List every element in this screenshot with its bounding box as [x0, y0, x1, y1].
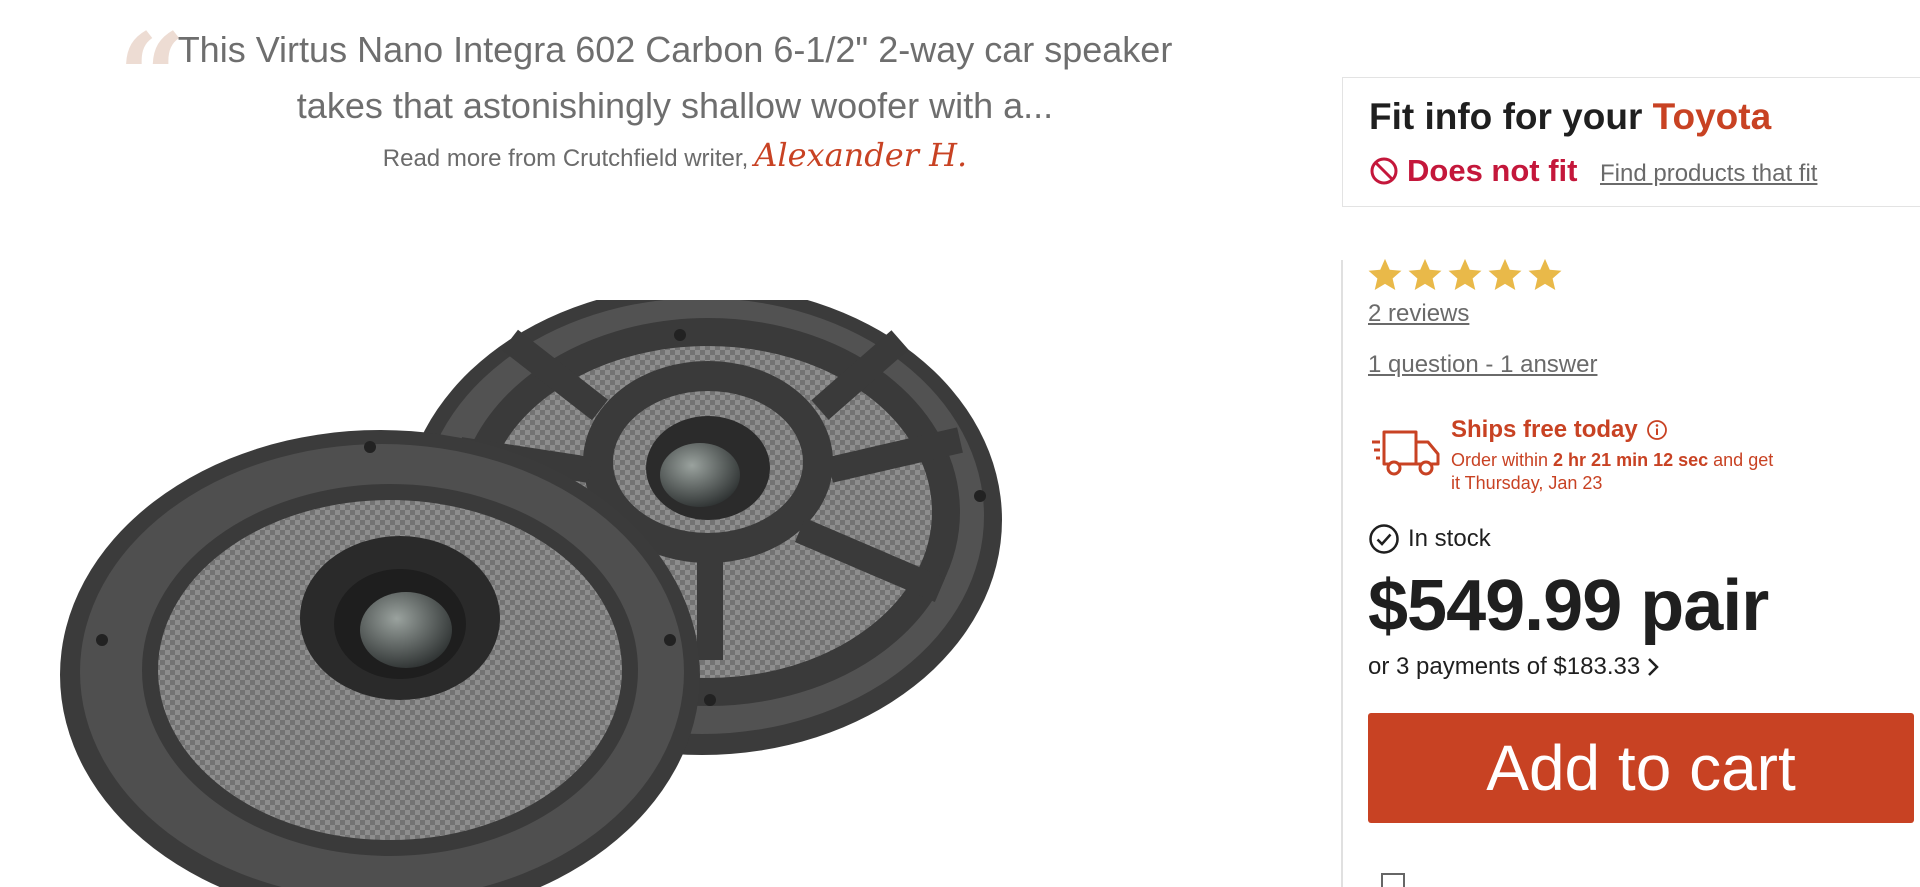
quote-byline[interactable]: Read more from Crutchfield writer, Alexan… — [150, 136, 1200, 174]
chevron-right-icon — [1648, 658, 1659, 676]
stock-status: In stock — [1368, 523, 1491, 555]
truck-icon — [1372, 430, 1440, 476]
star-icon — [1488, 258, 1522, 291]
fit-status-text: Does not fit — [1407, 153, 1578, 188]
payment-plan-link[interactable]: or 3 payments of $183.33 — [1368, 653, 1662, 681]
fit-status: Does not fit — [1369, 151, 1578, 191]
fit-info-box: Fit info for your Toyota Does not fit Fi… — [1342, 77, 1920, 207]
fit-title-prefix: Fit info for your — [1369, 96, 1643, 137]
star-icon — [1408, 258, 1442, 291]
product-price: $549.99 pair — [1368, 566, 1769, 646]
add-to-cart-button[interactable]: Add to cart — [1368, 713, 1914, 823]
find-fitting-products-link[interactable]: Find products that fit — [1600, 160, 1817, 188]
reviews-link[interactable]: 2 reviews — [1368, 300, 1469, 328]
vehicle-make[interactable]: Toyota — [1653, 96, 1772, 137]
product-image[interactable] — [60, 300, 1260, 887]
star-icon — [1448, 258, 1482, 291]
byline-prefix: Read more from Crutchfield writer, — [382, 145, 749, 172]
questions-answers-link[interactable]: 1 question - 1 answer — [1368, 351, 1597, 379]
order-countdown: 2 hr 21 min 12 sec — [1553, 450, 1709, 470]
free-shipping-title: Ships free today — [1451, 416, 1668, 444]
writer-name: Alexander H. — [754, 136, 968, 174]
fit-info-title: Fit info for your Toyota — [1369, 96, 1771, 138]
ship-title-text: Ships free today — [1451, 416, 1638, 443]
star-icon — [1528, 258, 1562, 291]
info-icon[interactable] — [1646, 419, 1668, 441]
delivery-estimate: Order within 2 hr 21 min 12 sec and get … — [1451, 449, 1781, 495]
check-circle-icon — [1369, 524, 1399, 554]
stock-text: In stock — [1408, 525, 1491, 552]
delivery-prefix: Order within — [1451, 450, 1549, 470]
review-quote: This Virtus Nano Integra 602 Carbon 6-1/… — [177, 29, 1173, 126]
star-rating[interactable] — [1366, 256, 1564, 294]
column-divider — [1341, 260, 1343, 887]
payment-plan-text: or 3 payments of $183.33 — [1368, 653, 1641, 680]
ban-icon — [1370, 157, 1398, 185]
list-icon[interactable] — [1380, 872, 1408, 887]
star-icon — [1368, 258, 1402, 291]
